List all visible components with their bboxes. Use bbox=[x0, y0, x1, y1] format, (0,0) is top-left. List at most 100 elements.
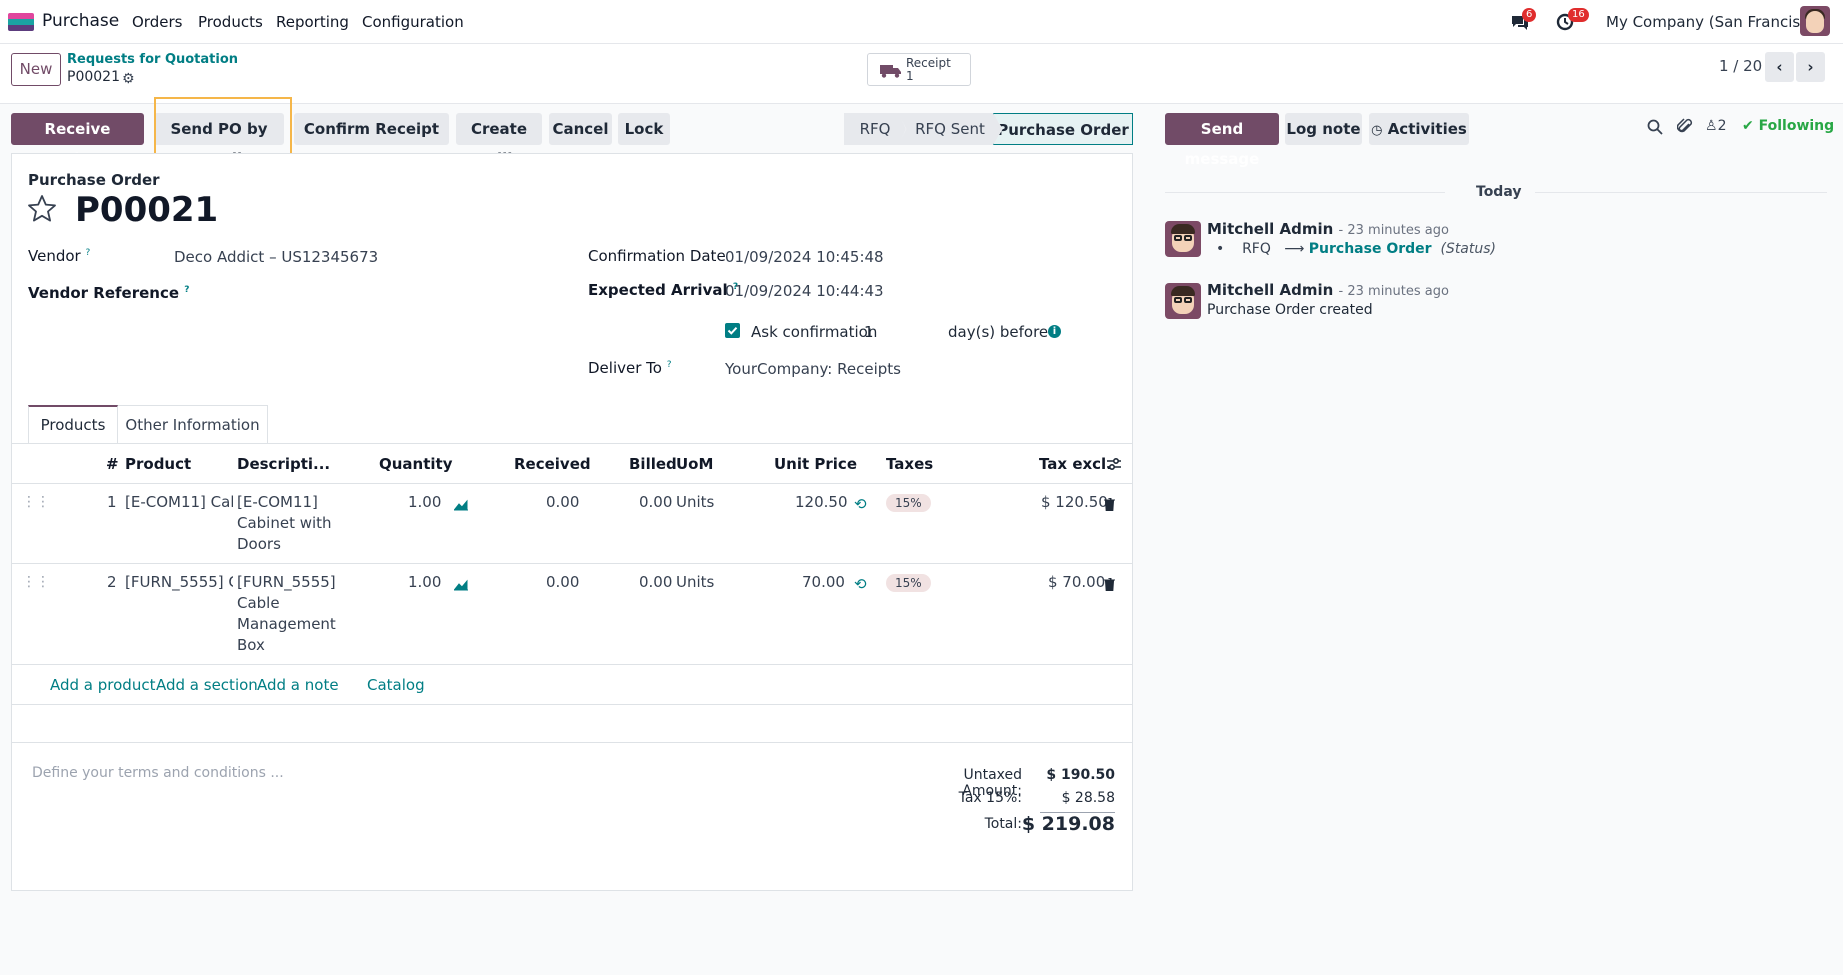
deliver-to-field[interactable]: YourCompany: Receipts bbox=[725, 360, 901, 378]
forecast-chart-icon[interactable] bbox=[453, 577, 469, 595]
row-tax-badge[interactable]: 15% bbox=[886, 574, 931, 592]
message-time: - 23 minutes ago bbox=[1338, 223, 1449, 238]
user-avatar[interactable] bbox=[1800, 6, 1830, 36]
new-button[interactable]: New bbox=[11, 53, 61, 86]
receive-products-button[interactable]: Receive Products bbox=[11, 113, 144, 168]
col-unit-price[interactable]: Unit Price bbox=[774, 455, 857, 473]
paperclip-icon[interactable] bbox=[1676, 118, 1693, 140]
gear-icon[interactable]: ⚙ bbox=[122, 71, 135, 87]
col-taxes[interactable]: Taxes bbox=[886, 455, 933, 473]
breadcrumb-parent[interactable]: Requests for Quotation bbox=[67, 52, 238, 67]
message-author[interactable]: Mitchell Admin - 23 minutes ago bbox=[1207, 281, 1449, 299]
forecast-chart-icon[interactable] bbox=[453, 497, 469, 515]
create-bill-button[interactable]: Create Bill bbox=[456, 113, 542, 168]
message-author[interactable]: Mitchell Admin - 23 minutes ago bbox=[1207, 220, 1449, 238]
row-number: 2 bbox=[107, 573, 117, 591]
deliver-to-label: Deliver To ? bbox=[588, 359, 672, 377]
col-received[interactable]: Received bbox=[514, 455, 591, 473]
send-message-button[interactable]: Send message bbox=[1165, 113, 1279, 168]
vendor-field[interactable]: Deco Addict – US12345673 bbox=[174, 248, 378, 266]
messages-icon[interactable]: 6 bbox=[1510, 8, 1537, 31]
col-product[interactable]: Product bbox=[125, 455, 191, 473]
lock-button[interactable]: Lock bbox=[618, 113, 670, 145]
terms-conditions-input[interactable]: Define your terms and conditions ... bbox=[32, 765, 284, 781]
col-quantity[interactable]: Quantity bbox=[379, 455, 453, 473]
days-before-label: day(s) before bbox=[948, 323, 1049, 341]
tab-products[interactable]: Products bbox=[28, 405, 118, 444]
log-note-button[interactable]: Log note bbox=[1285, 113, 1362, 145]
col-uom[interactable]: UoM bbox=[676, 455, 713, 473]
stage-purchase-order[interactable]: Purchase Order bbox=[993, 113, 1133, 145]
optional-columns-icon[interactable] bbox=[1106, 456, 1122, 472]
followers-button[interactable]: ♙2 bbox=[1705, 118, 1726, 134]
activities-clock-icon[interactable]: 16 bbox=[1556, 8, 1589, 31]
menu-reporting[interactable]: Reporting bbox=[276, 13, 349, 31]
info-icon[interactable]: i bbox=[1048, 325, 1061, 338]
help-icon[interactable]: ? bbox=[667, 360, 672, 370]
record-title: P00021 bbox=[75, 190, 219, 230]
stage-rfq-sent[interactable]: RFQ Sent bbox=[898, 113, 1002, 145]
pager-next-button[interactable]: › bbox=[1796, 52, 1825, 82]
col-billed[interactable]: Billed bbox=[629, 455, 677, 473]
message-author-name[interactable]: Mitchell Admin bbox=[1207, 281, 1333, 299]
drag-handle-icon[interactable]: ⋮⋮ bbox=[22, 572, 50, 593]
search-icon[interactable] bbox=[1647, 119, 1663, 139]
row-description-line[interactable]: [FURN_5555] bbox=[237, 572, 336, 593]
help-icon[interactable]: ? bbox=[85, 248, 90, 258]
row-description-line[interactable]: [E-COM11] bbox=[237, 492, 318, 513]
row-description-line[interactable]: Doors bbox=[237, 534, 281, 555]
row-description-line[interactable]: Cable bbox=[237, 593, 280, 614]
add-section-link[interactable]: Add a section bbox=[156, 676, 258, 694]
menu-products[interactable]: Products bbox=[198, 13, 263, 31]
add-note-link[interactable]: Add a note bbox=[257, 676, 339, 694]
table-footer-divider bbox=[12, 704, 1132, 705]
row-quantity[interactable]: 1.00 bbox=[408, 492, 441, 513]
cancel-button[interactable]: Cancel bbox=[549, 113, 612, 145]
author-avatar[interactable] bbox=[1165, 221, 1201, 257]
row-description-line[interactable]: Management bbox=[237, 614, 336, 635]
tab-other-information[interactable]: Other Information bbox=[118, 405, 268, 444]
add-product-link[interactable]: Add a product bbox=[50, 676, 155, 694]
row-quantity[interactable]: 1.00 bbox=[408, 572, 441, 593]
pager-value[interactable]: 1 / 20 bbox=[1719, 57, 1762, 75]
app-name[interactable]: Purchase bbox=[42, 11, 119, 31]
reset-price-icon[interactable]: ⟲ bbox=[854, 575, 867, 593]
col-tax-excl[interactable]: Tax excl. bbox=[1039, 455, 1112, 473]
drag-handle-icon[interactable]: ⋮⋮ bbox=[22, 492, 50, 513]
trash-icon[interactable] bbox=[1104, 577, 1115, 595]
star-icon[interactable] bbox=[27, 194, 57, 224]
message-author-name[interactable]: Mitchell Admin bbox=[1207, 220, 1333, 238]
row-description-line[interactable]: Cabinet with bbox=[237, 513, 332, 534]
top-navbar: Purchase Orders Products Reporting Confi… bbox=[0, 0, 1843, 44]
following-button[interactable]: ✔ Following bbox=[1742, 118, 1834, 134]
trash-icon[interactable] bbox=[1104, 497, 1115, 515]
row-unit-price[interactable]: 120.50 bbox=[795, 492, 848, 513]
reset-price-icon[interactable]: ⟲ bbox=[854, 495, 867, 513]
expected-arrival-field[interactable]: 01/09/2024 10:44:43 bbox=[725, 282, 884, 300]
catalog-link[interactable]: Catalog bbox=[367, 676, 425, 694]
ask-confirmation-days-input[interactable]: 1 bbox=[864, 323, 874, 341]
ask-confirmation-checkbox[interactable] bbox=[725, 323, 740, 338]
menu-configuration[interactable]: Configuration bbox=[362, 13, 464, 31]
activities-button[interactable]: ◷ Activities bbox=[1369, 113, 1469, 145]
col-description[interactable]: Descripti... bbox=[237, 455, 330, 473]
row-uom[interactable]: Units bbox=[676, 572, 714, 593]
row-product[interactable]: [FURN_5555] Cal bbox=[125, 572, 233, 593]
pager-previous-button[interactable]: ‹ bbox=[1765, 52, 1794, 82]
receipt-smart-button[interactable]: Receipt 1 bbox=[867, 53, 971, 86]
confirm-receipt-date-button[interactable]: Confirm Receipt Date bbox=[294, 113, 449, 168]
author-avatar[interactable] bbox=[1165, 283, 1201, 319]
row-product[interactable]: [E-COM11] Cabin bbox=[125, 492, 233, 513]
confirmation-date-field[interactable]: 01/09/2024 10:45:48 bbox=[725, 248, 884, 266]
row-description-line[interactable]: Box bbox=[237, 635, 265, 656]
row-uom[interactable]: Units bbox=[676, 492, 714, 513]
row-received: 0.00 bbox=[546, 493, 580, 511]
stage-rfq[interactable]: RFQ bbox=[844, 113, 906, 145]
row-unit-price[interactable]: 70.00 bbox=[802, 572, 845, 593]
row-tax-badge[interactable]: 15% bbox=[886, 494, 931, 512]
vendor-reference-input[interactable] bbox=[174, 280, 554, 304]
clock-icon: ◷ bbox=[1371, 123, 1383, 138]
app-logo-icon[interactable] bbox=[8, 13, 34, 31]
company-switcher[interactable]: My Company (San Francisco) bbox=[1606, 13, 1823, 31]
menu-orders[interactable]: Orders bbox=[132, 13, 182, 31]
